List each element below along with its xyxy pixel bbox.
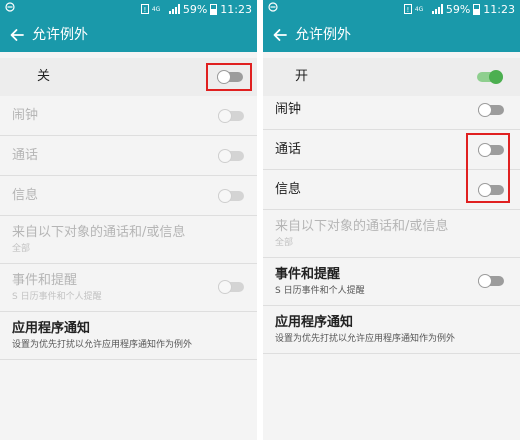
master-switch-row[interactable]: 关 [0, 58, 257, 96]
exception-row-app-notifications[interactable]: 应用程序通知 设置为优先打扰以允许应用程序通知作为例外 [0, 312, 257, 360]
row-sublabel: 设置为优先打扰以允许应用程序通知作为例外 [275, 334, 456, 344]
events-toggle [218, 280, 244, 294]
exception-row-events[interactable]: 事件和提醒 S 日历事件和个人提醒 [263, 258, 520, 306]
exception-row-alarm: 闹钟 [0, 96, 257, 136]
exception-row-callers: 来自以下对象的通话和/或信息 全部 [263, 210, 520, 258]
page-title: 允许例外 [32, 27, 88, 43]
events-toggle[interactable] [478, 274, 504, 288]
row-label: 信息 [12, 188, 39, 203]
row-label: 信息 [275, 182, 302, 197]
row-sublabel: 全部 [12, 244, 31, 254]
status-bar: ! 4G 59% 11:23 [263, 0, 520, 18]
exception-row-messages: 信息 [0, 176, 257, 216]
calls-toggle[interactable] [478, 143, 504, 157]
master-toggle[interactable] [217, 70, 243, 84]
row-sublabel: 全部 [275, 238, 294, 248]
notification-icon: ! [403, 4, 412, 14]
app-bar: 允许例外 [263, 18, 520, 52]
battery-icon [473, 3, 481, 15]
exception-row-calls[interactable]: 通话 [263, 130, 520, 170]
back-arrow-icon[interactable] [272, 27, 288, 43]
exception-row-app-notifications[interactable]: 应用程序通知 设置为优先打扰以允许应用程序通知作为例外 [263, 306, 520, 354]
notification-icon: ! [140, 4, 149, 14]
row-sublabel: 设置为优先打扰以允许应用程序通知作为例外 [12, 340, 193, 350]
calls-toggle [218, 149, 244, 163]
exception-row-calls: 通话 [0, 136, 257, 176]
row-label: 事件和提醒 [12, 273, 78, 288]
page-title: 允许例外 [295, 27, 351, 43]
row-label: 闹钟 [275, 102, 302, 117]
battery-percent: 59% [182, 2, 208, 16]
master-toggle[interactable] [477, 70, 503, 84]
status-time: 11:23 [483, 2, 515, 16]
exception-row-messages[interactable]: 信息 [263, 170, 520, 210]
row-label: 通话 [12, 148, 39, 163]
row-sublabel: S 日历事件和个人提醒 [275, 286, 365, 296]
row-label: 来自以下对象的通话和/或信息 [12, 225, 186, 240]
alarm-toggle [218, 109, 244, 123]
exception-row-alarm[interactable]: 闹钟 [263, 90, 520, 130]
row-label: 应用程序通知 [275, 315, 354, 330]
network-type: 4G [151, 5, 161, 13]
master-switch-label: 开 [295, 69, 309, 84]
status-bar: ! 4G 59% 11:23 [0, 0, 257, 18]
row-label: 应用程序通知 [12, 321, 91, 336]
row-label: 来自以下对象的通话和/或信息 [275, 219, 449, 234]
signal-icon [168, 4, 180, 14]
back-arrow-icon[interactable] [9, 27, 25, 43]
row-label: 事件和提醒 [275, 267, 341, 282]
row-label: 通话 [275, 142, 302, 157]
messages-toggle[interactable] [478, 183, 504, 197]
network-type: 4G [414, 5, 424, 13]
app-bar: 允许例外 [0, 18, 257, 52]
battery-icon [210, 3, 218, 15]
minus-circle-icon [268, 2, 278, 12]
phone-screen-left: ! 4G 59% 11:23 允许例外 关 闹钟 通话 信息 来自以下对象的通话… [0, 0, 257, 440]
minus-circle-icon [5, 2, 15, 12]
exception-row-events: 事件和提醒 S 日历事件和个人提醒 [0, 264, 257, 312]
row-label: 闹钟 [12, 108, 39, 123]
row-sublabel: S 日历事件和个人提醒 [12, 292, 102, 302]
messages-toggle [218, 189, 244, 203]
master-switch-label: 关 [37, 69, 51, 84]
battery-percent: 59% [445, 2, 471, 16]
signal-icon [431, 4, 443, 14]
phone-screen-right: ! 4G 59% 11:23 允许例外 开 闹钟 通话 信息 来自以下对象的通话… [263, 0, 520, 440]
alarm-toggle[interactable] [478, 103, 504, 117]
status-time: 11:23 [220, 2, 252, 16]
exception-row-callers: 来自以下对象的通话和/或信息 全部 [0, 216, 257, 264]
